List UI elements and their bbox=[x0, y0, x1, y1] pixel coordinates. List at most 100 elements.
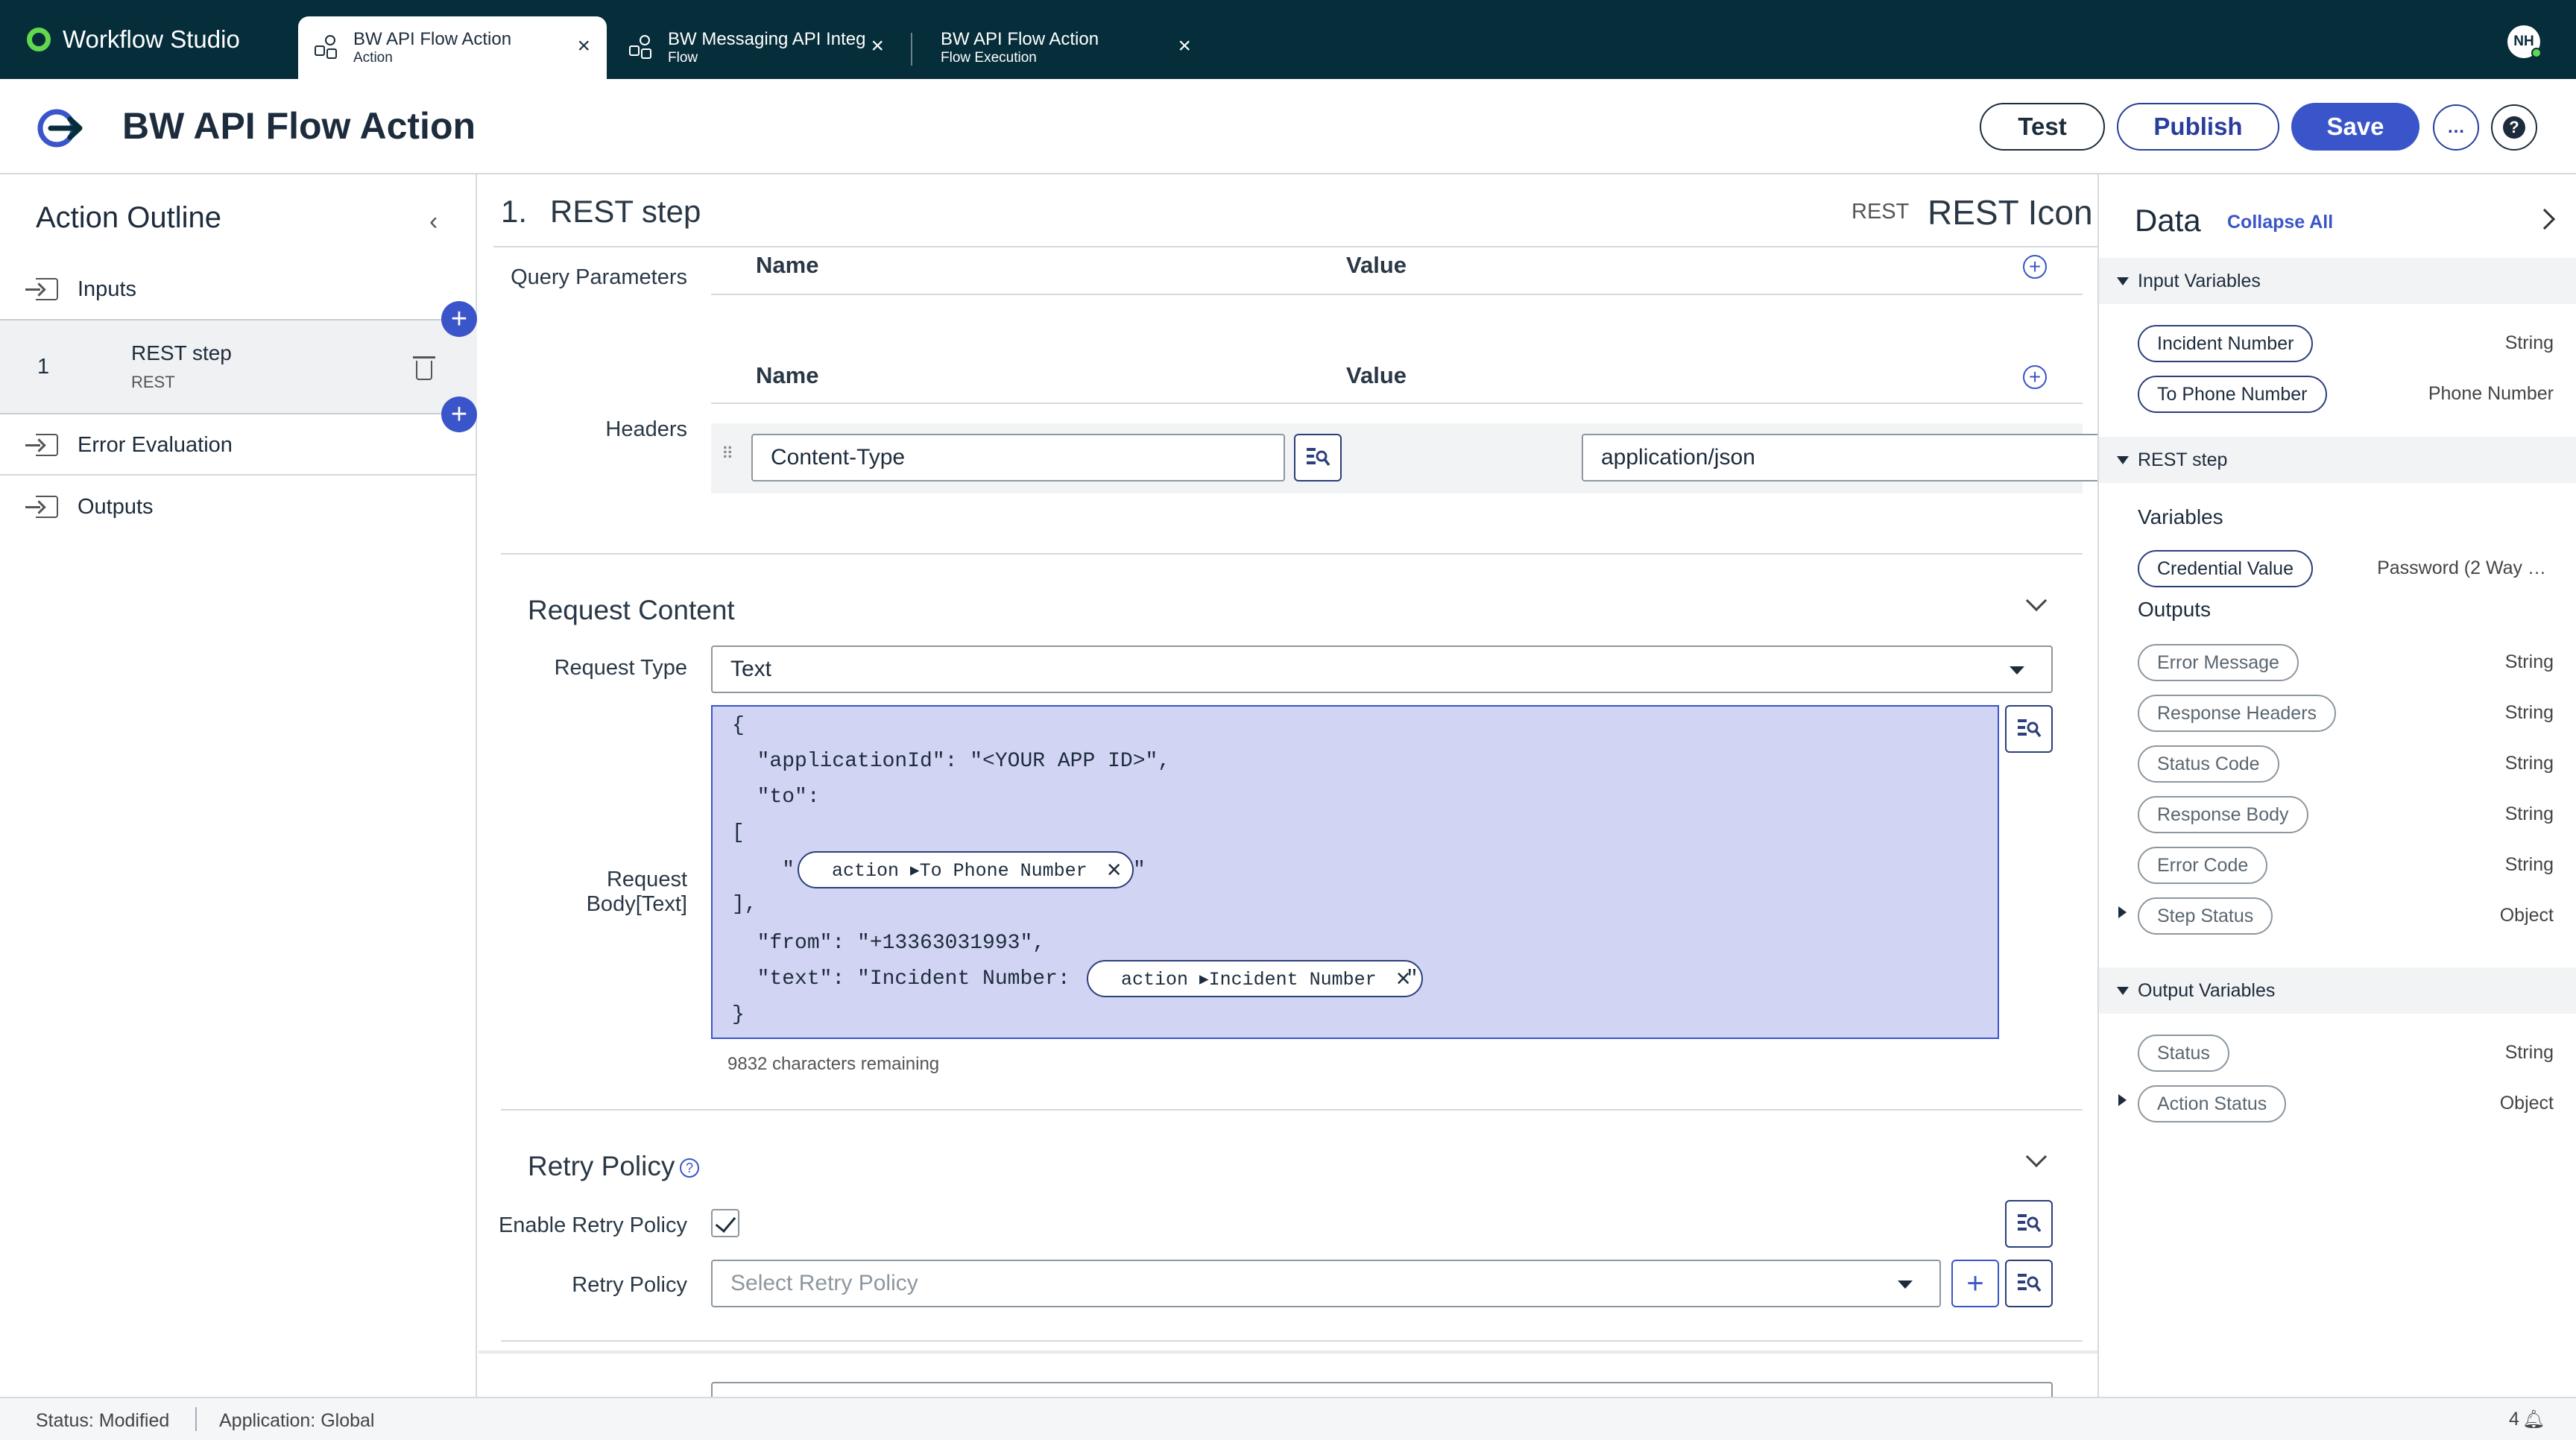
add-retry-policy-button[interactable]: + bbox=[1951, 1260, 1999, 1307]
collapse-retry-policy-icon[interactable] bbox=[2025, 1146, 2048, 1168]
caret-down-icon bbox=[2117, 986, 2129, 995]
close-tab-icon[interactable]: × bbox=[1178, 33, 1191, 60]
query-col-name: Name bbox=[756, 252, 819, 278]
step-number: 1 bbox=[37, 355, 50, 379]
add-query-parameter-button[interactable]: + bbox=[2023, 255, 2047, 279]
remove-pill-icon[interactable]: × bbox=[1107, 856, 1122, 885]
group-input-variables[interactable]: Input Variables bbox=[2099, 258, 2576, 304]
tab-bw-api-flow-action[interactable]: BW API Flow Action Action × bbox=[298, 16, 607, 79]
outline-item-outputs[interactable]: Outputs bbox=[0, 477, 477, 537]
close-tab-icon[interactable]: × bbox=[871, 33, 884, 60]
retry-policy-title: Retry Policy bbox=[528, 1151, 675, 1181]
notification-count: 4 bbox=[2509, 1409, 2519, 1430]
outline-item-inputs[interactable]: Inputs bbox=[0, 259, 477, 319]
collapse-request-content-icon[interactable] bbox=[2025, 590, 2048, 612]
data-pill-picker-button[interactable] bbox=[2005, 1200, 2053, 1248]
data-pill-incident-number[interactable]: action ▸Incident Number × bbox=[1087, 960, 1423, 997]
request-body-editor[interactable]: { "applicationId": "<YOUR APP ID>", "to"… bbox=[711, 705, 1999, 1039]
data-pill[interactable]: Status Code bbox=[2138, 745, 2279, 783]
page-header: BW API Flow Action Test Publish Save … ? bbox=[0, 79, 2576, 174]
more-options-button[interactable]: … bbox=[2433, 104, 2479, 151]
data-pill[interactable]: Incident Number bbox=[2138, 325, 2314, 362]
step-editor: 1. REST step REST REST Icon Query Parame… bbox=[479, 174, 2097, 1397]
publish-button[interactable]: Publish bbox=[2117, 103, 2279, 151]
enable-retry-policy-label: Enable Retry Policy bbox=[498, 1213, 687, 1237]
test-button[interactable]: Test bbox=[1980, 103, 2105, 151]
data-pill[interactable]: Step Status bbox=[2138, 897, 2273, 935]
characters-remaining: 9832 characters remaining bbox=[727, 1054, 940, 1074]
caret-right-icon[interactable] bbox=[2118, 1094, 2127, 1106]
data-pill-picker-button[interactable] bbox=[2005, 1260, 2053, 1307]
request-type-select[interactable]: Text bbox=[711, 645, 2053, 693]
divider bbox=[711, 294, 2083, 295]
plus-icon: + bbox=[1966, 1266, 1984, 1300]
step-name: REST step bbox=[131, 341, 232, 364]
data-pill-to-phone-number[interactable]: action ▸To Phone Number × bbox=[798, 851, 1134, 888]
add-header-button[interactable]: + bbox=[2023, 365, 2047, 389]
data-pill[interactable]: Status bbox=[2138, 1035, 2229, 1072]
step-header-name: REST step bbox=[550, 194, 701, 229]
online-status-icon bbox=[2531, 48, 2542, 58]
divider bbox=[501, 1340, 2083, 1342]
data-pill-picker-button[interactable] bbox=[2005, 705, 2053, 753]
data-pill[interactable]: Response Body bbox=[2138, 796, 2308, 833]
collapse-outline-icon[interactable]: ‹ bbox=[429, 207, 438, 236]
top-bar: Workflow Studio BW API Flow Action Actio… bbox=[0, 0, 2576, 79]
retry-policy-help-icon[interactable]: ? bbox=[680, 1158, 699, 1178]
header-value-input[interactable]: application/json bbox=[1582, 434, 2097, 481]
outline-item-error-evaluation[interactable]: Error Evaluation bbox=[0, 416, 477, 476]
step-header-icon-label: REST Icon bbox=[1928, 193, 2093, 232]
divider bbox=[195, 1407, 197, 1431]
collapse-data-panel-icon[interactable] bbox=[2534, 208, 2556, 230]
query-col-value: Value bbox=[1346, 252, 1407, 278]
collapse-all-link[interactable]: Collapse All bbox=[2227, 212, 2333, 233]
headers-label: Headers bbox=[605, 417, 687, 441]
data-pill-picker-button[interactable] bbox=[1294, 434, 1342, 481]
close-tab-icon[interactable]: × bbox=[577, 33, 590, 60]
app-brand[interactable]: Workflow Studio bbox=[27, 22, 240, 57]
header-row: ⠿ Content-Type application/json bbox=[711, 423, 2097, 493]
more-icon: … bbox=[2447, 117, 2465, 137]
tab-bw-api-flow-execution[interactable]: BW API Flow Action Flow Execution × bbox=[924, 16, 1208, 79]
action-icon bbox=[315, 35, 340, 60]
action-outline-panel: Action Outline ‹ Inputs 1 REST step REST… bbox=[0, 174, 477, 1397]
data-pill[interactable]: Response Headers bbox=[2138, 695, 2337, 732]
status-bar: Status: Modified Application: Global 4 🔔… bbox=[0, 1397, 2576, 1440]
outputs-icon bbox=[25, 496, 58, 518]
variables-label: Variables bbox=[2138, 505, 2223, 528]
group-rest-step[interactable]: REST step bbox=[2099, 437, 2576, 483]
outline-item-rest-step[interactable]: 1 REST step REST bbox=[0, 319, 477, 414]
save-button[interactable]: Save bbox=[2291, 103, 2419, 151]
group-output-variables[interactable]: Output Variables bbox=[2099, 967, 2576, 1014]
divider bbox=[501, 1109, 2083, 1111]
enable-retry-policy-checkbox[interactable] bbox=[711, 1209, 739, 1237]
retry-policy-select[interactable]: Select Retry Policy bbox=[711, 1260, 1941, 1307]
notifications-button[interactable]: 4 🔔︎ bbox=[2509, 1409, 2545, 1430]
step-header-number: 1. bbox=[501, 194, 528, 229]
dropdown-caret-icon bbox=[2010, 666, 2024, 675]
data-pill[interactable]: Error Message bbox=[2138, 644, 2299, 681]
step-header-type: REST bbox=[1852, 200, 1910, 224]
action-outline-title: Action Outline bbox=[36, 201, 222, 234]
delete-step-icon[interactable] bbox=[413, 356, 435, 380]
next-field[interactable] bbox=[711, 1382, 2053, 1397]
inputs-icon bbox=[25, 278, 58, 300]
help-button[interactable]: ? bbox=[2491, 104, 2537, 151]
avatar[interactable]: NH bbox=[2507, 25, 2542, 58]
caret-right-icon[interactable] bbox=[2118, 906, 2127, 918]
drag-handle-icon[interactable]: ⠿ bbox=[722, 444, 733, 464]
data-pill[interactable]: To Phone Number bbox=[2138, 376, 2327, 413]
headers-col-value: Value bbox=[1346, 362, 1407, 388]
data-pill[interactable]: Action Status bbox=[2138, 1085, 2287, 1122]
data-picker-icon bbox=[2018, 1274, 2042, 1292]
request-type-label: Request Type bbox=[554, 656, 687, 680]
page-title: BW API Flow Action bbox=[122, 105, 476, 147]
divider bbox=[711, 402, 2083, 404]
data-pill[interactable]: Credential Value bbox=[2138, 550, 2313, 587]
add-step-above-button[interactable]: + bbox=[441, 301, 477, 337]
header-name-input[interactable]: Content-Type bbox=[751, 434, 1285, 481]
data-panel: Data Collapse All Input Variables Incide… bbox=[2097, 174, 2576, 1397]
tab-bw-messaging-api[interactable]: BW Messaging API Integ Flow × bbox=[613, 16, 905, 79]
outputs-label: Outputs bbox=[2138, 598, 2212, 621]
data-pill[interactable]: Error Code bbox=[2138, 847, 2268, 884]
